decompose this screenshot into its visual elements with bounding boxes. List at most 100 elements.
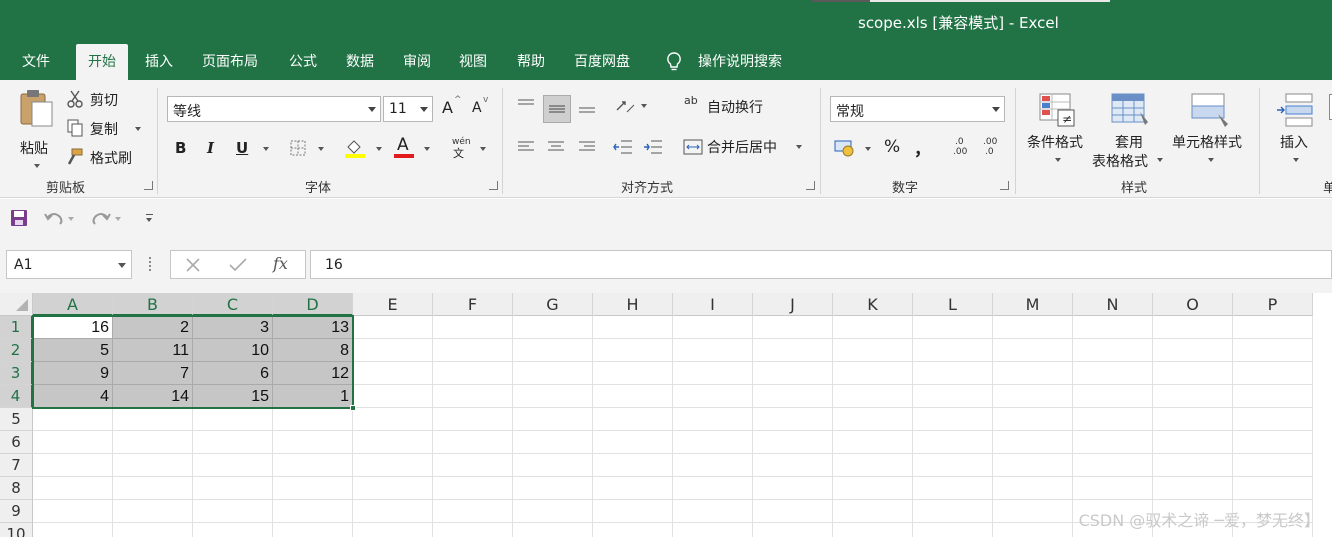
column-header-h[interactable]: H: [593, 293, 673, 316]
formula-input[interactable]: 16: [310, 250, 1332, 279]
cell-d7[interactable]: [273, 454, 353, 477]
row-header-2[interactable]: 2: [0, 339, 33, 362]
cell-p1[interactable]: [1233, 316, 1313, 339]
cell-g7[interactable]: [513, 454, 593, 477]
column-header-d[interactable]: D: [273, 293, 353, 316]
cell-e8[interactable]: [353, 477, 433, 500]
cell-m4[interactable]: [993, 385, 1073, 408]
cell-k5[interactable]: [833, 408, 913, 431]
cell-h9[interactable]: [593, 500, 673, 523]
format-painter-button[interactable]: 格式刷: [66, 148, 140, 170]
font-size-dropdown[interactable]: 11: [383, 96, 433, 122]
font-color-button[interactable]: A: [394, 135, 434, 161]
cell-g8[interactable]: [513, 477, 593, 500]
cell-a2[interactable]: 5: [33, 339, 113, 362]
cell-p7[interactable]: [1233, 454, 1313, 477]
cell-c6[interactable]: [193, 431, 273, 454]
cell-k3[interactable]: [833, 362, 913, 385]
cell-h8[interactable]: [593, 477, 673, 500]
cell-l10[interactable]: [913, 523, 993, 537]
wrap-text-button[interactable]: ab 自动换行: [683, 94, 783, 119]
accounting-format-button[interactable]: [834, 138, 874, 160]
cell-d2[interactable]: 8: [273, 339, 353, 362]
bold-button[interactable]: B: [175, 139, 191, 159]
cell-j3[interactable]: [753, 362, 833, 385]
cell-m9[interactable]: [993, 500, 1073, 523]
cell-d1[interactable]: 13: [273, 316, 353, 339]
cell-e7[interactable]: [353, 454, 433, 477]
cut-button[interactable]: 剪切: [66, 90, 136, 112]
cell-i3[interactable]: [673, 362, 753, 385]
cell-f6[interactable]: [433, 431, 513, 454]
cell-n7[interactable]: [1073, 454, 1153, 477]
cell-m6[interactable]: [993, 431, 1073, 454]
cell-j5[interactable]: [753, 408, 833, 431]
row-header-8[interactable]: 8: [0, 477, 33, 500]
align-middle-button[interactable]: [543, 95, 571, 123]
cell-f8[interactable]: [433, 477, 513, 500]
cell-m5[interactable]: [993, 408, 1073, 431]
cell-l2[interactable]: [913, 339, 993, 362]
increase-indent-button[interactable]: [643, 138, 665, 158]
cell-m1[interactable]: [993, 316, 1073, 339]
align-right-button[interactable]: [578, 138, 598, 158]
select-all-corner[interactable]: [0, 293, 33, 316]
cell-j7[interactable]: [753, 454, 833, 477]
cell-h7[interactable]: [593, 454, 673, 477]
cell-m10[interactable]: [993, 523, 1073, 537]
cell-f4[interactable]: [433, 385, 513, 408]
cell-p5[interactable]: [1233, 408, 1313, 431]
cell-c3[interactable]: 6: [193, 362, 273, 385]
cell-k9[interactable]: [833, 500, 913, 523]
cell-a6[interactable]: [33, 431, 113, 454]
cell-d10[interactable]: [273, 523, 353, 537]
phonetic-guide-button[interactable]: wén 文: [450, 137, 490, 161]
decrease-decimal-button[interactable]: .00 .0: [981, 137, 1003, 161]
column-header-k[interactable]: K: [833, 293, 913, 316]
cell-k8[interactable]: [833, 477, 913, 500]
cell-k2[interactable]: [833, 339, 913, 362]
cell-j8[interactable]: [753, 477, 833, 500]
cell-d8[interactable]: [273, 477, 353, 500]
cell-d4[interactable]: 1: [273, 385, 353, 408]
undo-button[interactable]: [43, 209, 75, 227]
align-center-button[interactable]: [547, 138, 567, 158]
row-header-4[interactable]: 4: [0, 385, 33, 408]
cell-g10[interactable]: [513, 523, 593, 537]
cell-l5[interactable]: [913, 408, 993, 431]
tab-home[interactable]: 开始: [76, 44, 128, 80]
customize-qat-button[interactable]: [144, 211, 156, 225]
cell-d6[interactable]: [273, 431, 353, 454]
column-header-i[interactable]: I: [673, 293, 753, 316]
cell-p4[interactable]: [1233, 385, 1313, 408]
cell-c4[interactable]: 15: [193, 385, 273, 408]
cell-d5[interactable]: [273, 408, 353, 431]
formula-bar-grip[interactable]: [149, 257, 152, 271]
cell-h10[interactable]: [593, 523, 673, 537]
column-header-f[interactable]: F: [433, 293, 513, 316]
cell-e10[interactable]: [353, 523, 433, 537]
percent-style-button[interactable]: %: [884, 137, 904, 159]
cell-l1[interactable]: [913, 316, 993, 339]
cell-a4[interactable]: 4: [33, 385, 113, 408]
cell-k1[interactable]: [833, 316, 913, 339]
save-button[interactable]: [10, 209, 28, 227]
cell-e3[interactable]: [353, 362, 433, 385]
row-header-5[interactable]: 5: [0, 408, 33, 431]
copy-button[interactable]: 复制: [66, 119, 146, 141]
column-header-n[interactable]: N: [1073, 293, 1153, 316]
cell-l6[interactable]: [913, 431, 993, 454]
tab-data[interactable]: 数据: [346, 44, 374, 80]
paste-button[interactable]: 粘贴: [14, 88, 58, 168]
cell-p8[interactable]: [1233, 477, 1313, 500]
cell-a3[interactable]: 9: [33, 362, 113, 385]
cell-j9[interactable]: [753, 500, 833, 523]
cell-n1[interactable]: [1073, 316, 1153, 339]
fill-handle[interactable]: [350, 405, 356, 411]
cell-n4[interactable]: [1073, 385, 1153, 408]
cell-n2[interactable]: [1073, 339, 1153, 362]
number-format-dropdown[interactable]: 常规: [830, 96, 1005, 122]
cell-l4[interactable]: [913, 385, 993, 408]
cell-h1[interactable]: [593, 316, 673, 339]
shrink-font-button[interactable]: A v: [472, 95, 490, 118]
